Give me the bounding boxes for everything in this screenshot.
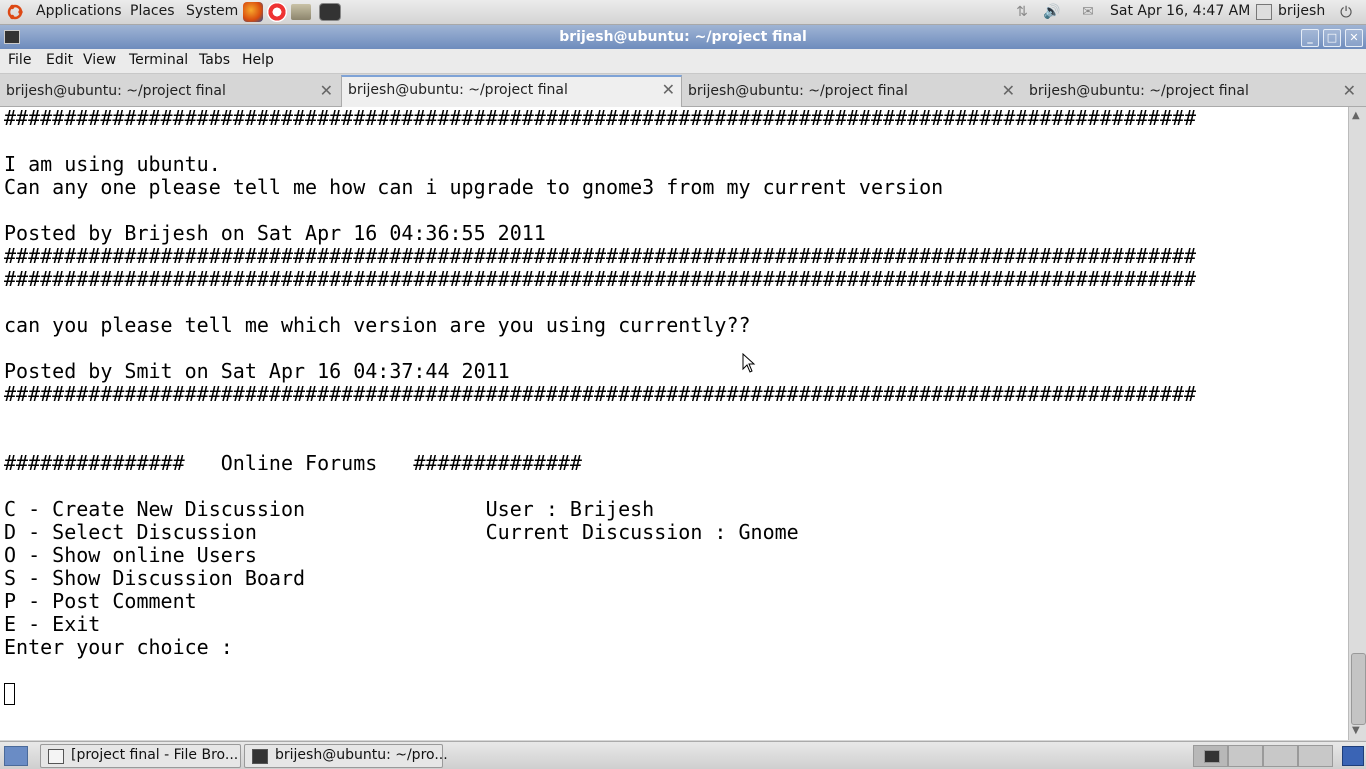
tab-1[interactable]: brijesh@ubuntu: ~/project final ✕ — [0, 78, 339, 104]
clock[interactable]: Sat Apr 16, 4:47 AM — [1110, 3, 1250, 19]
bottom-panel: [project final - File Bro... brijesh@ubu… — [0, 741, 1366, 769]
tab-close-icon[interactable]: ✕ — [1343, 81, 1356, 100]
places-menu[interactable]: Places — [130, 3, 175, 19]
scrollbar-thumb[interactable] — [1351, 653, 1366, 725]
terminal-view[interactable]: ########################################… — [0, 107, 1348, 740]
terminal-window-icon[interactable] — [4, 30, 20, 44]
tab-bar: brijesh@ubuntu: ~/project final ✕ brijes… — [0, 74, 1366, 108]
volume-icon[interactable]: 🔊 — [1042, 3, 1062, 21]
network-icon[interactable]: ⇅ — [1012, 3, 1032, 21]
minimize-button[interactable]: _ — [1301, 29, 1319, 47]
terminal-icon — [252, 749, 268, 764]
menu-help[interactable]: Help — [242, 52, 274, 68]
menu-edit[interactable]: Edit — [46, 52, 73, 68]
show-desktop-icon[interactable] — [4, 746, 28, 766]
scroll-up-icon[interactable]: ▲ — [1352, 110, 1360, 121]
taskbar-label: brijesh@ubuntu: ~/pro... — [275, 747, 448, 763]
workspace-4[interactable] — [1298, 745, 1333, 767]
taskbar-file-browser[interactable]: [project final - File Bro... — [40, 744, 241, 768]
window-titlebar[interactable]: brijesh@ubuntu: ~/project final _ □ ✕ — [0, 25, 1366, 49]
workspace-1[interactable] — [1193, 745, 1228, 767]
system-menu[interactable]: System — [186, 3, 238, 19]
tab-3[interactable]: brijesh@ubuntu: ~/project final ✕ — [682, 78, 1021, 104]
terminal-launcher-icon[interactable] — [319, 3, 341, 21]
top-panel: Applications Places System ⇅ 🔊 ✉ Sat Apr… — [0, 0, 1366, 25]
tab-close-icon[interactable]: ✕ — [1002, 81, 1015, 100]
taskbar-label: [project final - File Bro... — [71, 747, 239, 763]
tab-4[interactable]: brijesh@ubuntu: ~/project final ✕ — [1023, 78, 1362, 104]
help-icon[interactable] — [267, 2, 287, 22]
menu-view[interactable]: View — [83, 52, 116, 68]
trash-icon[interactable] — [1342, 746, 1364, 766]
ubuntu-logo-icon[interactable] — [6, 3, 24, 21]
terminal-mini-icon — [1204, 750, 1220, 763]
firefox-icon[interactable] — [243, 2, 263, 22]
mail-icon[interactable]: ✉ — [1078, 3, 1098, 21]
applications-menu[interactable]: Applications — [36, 3, 122, 19]
menubar: File Edit View Terminal Tabs Help — [0, 49, 1366, 74]
scroll-down-icon[interactable]: ▼ — [1352, 725, 1360, 736]
close-button[interactable]: ✕ — [1345, 29, 1363, 47]
tab-label: brijesh@ubuntu: ~/project final — [6, 83, 226, 99]
menu-tabs[interactable]: Tabs — [199, 52, 230, 68]
menu-file[interactable]: File — [8, 52, 31, 68]
mouse-pointer-icon — [742, 353, 756, 373]
terminal-scrollbar[interactable]: ▲ ▼ — [1348, 107, 1366, 740]
power-icon[interactable]: ⏻ — [1336, 3, 1356, 21]
maximize-button[interactable]: □ — [1323, 29, 1341, 47]
user-name[interactable]: brijesh — [1278, 3, 1325, 19]
tab-close-icon[interactable]: ✕ — [662, 80, 675, 99]
tab-label: brijesh@ubuntu: ~/project final — [348, 82, 568, 98]
user-icon — [1256, 4, 1272, 20]
tab-label: brijesh@ubuntu: ~/project final — [688, 83, 908, 99]
tab-2[interactable]: brijesh@ubuntu: ~/project final ✕ — [341, 75, 682, 108]
tab-label: brijesh@ubuntu: ~/project final — [1029, 83, 1249, 99]
taskbar-terminal[interactable]: brijesh@ubuntu: ~/pro... — [244, 744, 448, 768]
workspace-3[interactable] — [1263, 745, 1298, 767]
menu-terminal[interactable]: Terminal — [129, 52, 188, 68]
terminal-output: ########################################… — [4, 107, 1197, 659]
tab-close-icon[interactable]: ✕ — [320, 81, 333, 100]
file-manager-icon[interactable] — [291, 4, 311, 20]
window-title: brijesh@ubuntu: ~/project final — [559, 29, 807, 45]
workspace-2[interactable] — [1228, 745, 1263, 767]
file-browser-icon — [48, 749, 64, 764]
terminal-cursor — [4, 683, 15, 705]
